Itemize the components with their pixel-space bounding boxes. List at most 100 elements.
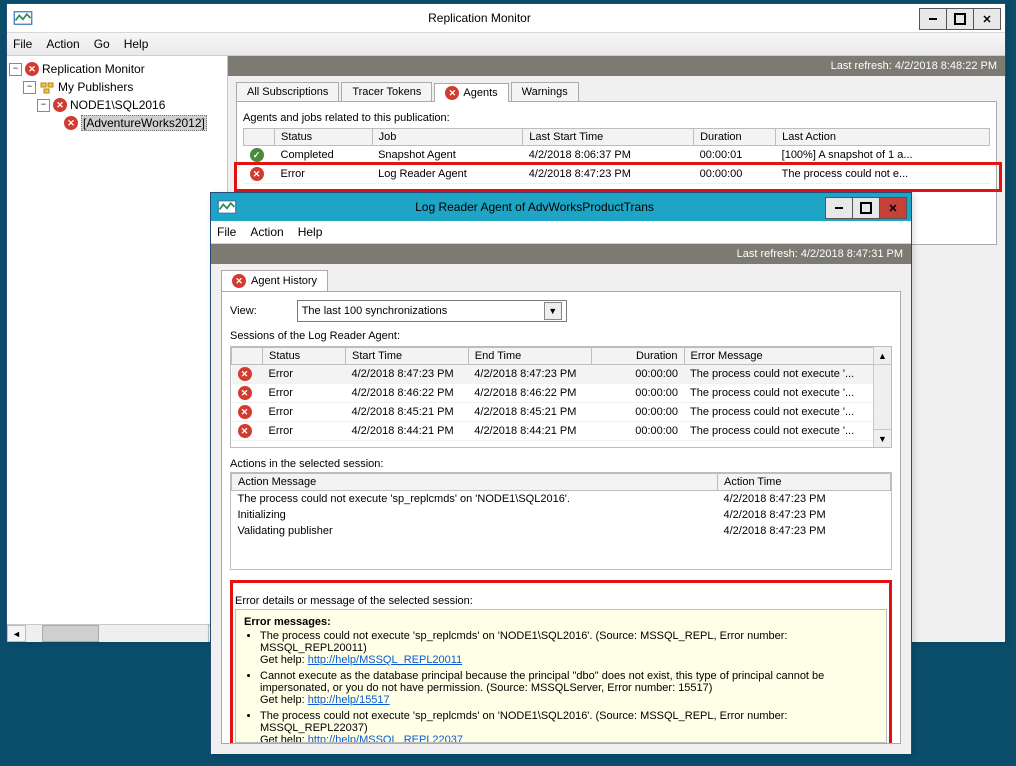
error-icon: ✕ bbox=[64, 116, 78, 130]
chevron-down-icon[interactable]: ▼ bbox=[544, 302, 562, 320]
actions-table-wrap: Action Message Action Time The process c… bbox=[230, 472, 892, 570]
error-icon: ✕ bbox=[238, 367, 252, 381]
col-action-time[interactable]: Action Time bbox=[718, 474, 891, 491]
menu-help[interactable]: Help bbox=[124, 37, 149, 51]
tree-hscrollbar[interactable]: ◄ ► bbox=[7, 624, 227, 642]
popup-title: Log Reader Agent of AdvWorksProductTrans bbox=[243, 200, 826, 214]
tab-tracer-tokens[interactable]: Tracer Tokens bbox=[341, 82, 432, 101]
tree-db[interactable]: ✕ [AdventureWorks2012] bbox=[9, 114, 225, 132]
help-link[interactable]: http://help/MSSQL_REPL20011 bbox=[308, 654, 463, 666]
menu-file[interactable]: File bbox=[13, 37, 32, 51]
menu-action[interactable]: Action bbox=[250, 225, 283, 239]
actions-table[interactable]: Action Message Action Time The process c… bbox=[231, 473, 891, 539]
sessions-table-wrap: Status Start Time End Time Duration Erro… bbox=[230, 346, 892, 448]
sessions-table[interactable]: Status Start Time End Time Duration Erro… bbox=[231, 347, 874, 441]
table-row[interactable]: Initializing4/2/2018 8:47:23 PM bbox=[232, 507, 891, 523]
scroll-thumb[interactable] bbox=[42, 625, 99, 642]
error-icon: ✕ bbox=[445, 86, 459, 100]
popup-titlebar[interactable]: Log Reader Agent of AdvWorksProductTrans… bbox=[211, 193, 911, 221]
maximize-button[interactable] bbox=[946, 8, 974, 30]
close-button[interactable]: ✕ bbox=[973, 8, 1001, 30]
expander-icon[interactable]: − bbox=[37, 99, 50, 112]
tree-root[interactable]: − ✕ Replication Monitor bbox=[9, 60, 225, 78]
error-item: Cannot execute as the database principal… bbox=[260, 670, 878, 706]
error-icon: ✕ bbox=[232, 274, 246, 288]
table-row[interactable]: ✕ Error4/2/2018 8:44:21 PM 4/2/2018 8:44… bbox=[232, 422, 874, 441]
error-icon: ✕ bbox=[238, 386, 252, 400]
error-icon: ✕ bbox=[238, 405, 252, 419]
sessions-vscrollbar[interactable]: ▲ ▼ bbox=[873, 347, 891, 447]
main-menubar: File Action Go Help bbox=[7, 33, 1005, 56]
expander-icon[interactable]: − bbox=[23, 81, 36, 94]
table-row[interactable]: The process could not execute 'sp_replcm… bbox=[232, 491, 891, 508]
publishers-icon bbox=[39, 79, 55, 95]
table-row[interactable]: ✓ CompletedSnapshot Agent 4/2/2018 8:06:… bbox=[244, 146, 990, 165]
error-icon: ✕ bbox=[53, 98, 67, 112]
app-icon bbox=[13, 8, 33, 28]
error-icon: ✕ bbox=[25, 62, 39, 76]
expander-icon[interactable]: − bbox=[9, 63, 22, 76]
agent-history-body: View: The last 100 synchronizations ▼ Se… bbox=[221, 291, 901, 744]
minimize-button[interactable] bbox=[825, 197, 853, 219]
error-details-label: Error details or message of the selected… bbox=[235, 595, 887, 607]
table-row[interactable]: ✕ Error4/2/2018 8:46:22 PM 4/2/2018 8:46… bbox=[232, 384, 874, 403]
col-duration[interactable]: Duration bbox=[591, 348, 684, 365]
popup-last-refresh: Last refresh: 4/2/2018 8:47:31 PM bbox=[737, 248, 903, 260]
tab-warnings[interactable]: Warnings bbox=[511, 82, 579, 101]
last-refresh-text: Last refresh: 4/2/2018 8:48:22 PM bbox=[831, 60, 997, 72]
tab-agent-history[interactable]: ✕ Agent History bbox=[221, 270, 328, 291]
minimize-button[interactable] bbox=[919, 8, 947, 30]
scroll-left-icon[interactable]: ◄ bbox=[7, 625, 26, 642]
col-job[interactable]: Job bbox=[372, 129, 523, 146]
agents-label: Agents and jobs related to this publicat… bbox=[243, 112, 990, 124]
popup-refresh-bar: Last refresh: 4/2/2018 8:47:31 PM bbox=[211, 244, 911, 264]
view-label: View: bbox=[230, 305, 257, 317]
scroll-down-icon[interactable]: ▼ bbox=[874, 429, 891, 447]
help-link[interactable]: http://help/MSSQL_REPL22037 bbox=[308, 734, 463, 743]
view-dropdown[interactable]: The last 100 synchronizations ▼ bbox=[297, 300, 567, 322]
col-status[interactable]: Status bbox=[263, 348, 346, 365]
agents-table[interactable]: Status Job Last Start Time Duration Last… bbox=[243, 128, 990, 184]
maximize-button[interactable] bbox=[852, 197, 880, 219]
menu-action[interactable]: Action bbox=[46, 37, 79, 51]
table-row[interactable]: Validating publisher4/2/2018 8:47:23 PM bbox=[232, 523, 891, 539]
col-last-start[interactable]: Last Start Time bbox=[523, 129, 694, 146]
error-item: The process could not execute 'sp_replcm… bbox=[260, 710, 878, 743]
col-end[interactable]: End Time bbox=[468, 348, 591, 365]
tab-agents[interactable]: ✕ Agents bbox=[434, 83, 508, 102]
tab-strip: All Subscriptions Tracer Tokens ✕ Agents… bbox=[236, 82, 1005, 101]
tree-publishers[interactable]: − My Publishers bbox=[9, 78, 225, 96]
col-last-action[interactable]: Last Action bbox=[776, 129, 990, 146]
actions-label: Actions in the selected session: bbox=[230, 458, 892, 470]
agent-history-window: Log Reader Agent of AdvWorksProductTrans… bbox=[210, 192, 912, 754]
menu-help[interactable]: Help bbox=[298, 225, 323, 239]
menu-file[interactable]: File bbox=[217, 225, 236, 239]
table-row[interactable]: ✕ ErrorLog Reader Agent 4/2/2018 8:47:23… bbox=[244, 165, 990, 184]
tree-pane[interactable]: − ✕ Replication Monitor − My Publishers … bbox=[7, 56, 228, 642]
error-icon: ✕ bbox=[250, 167, 264, 181]
close-button[interactable]: ✕ bbox=[879, 197, 907, 219]
error-heading: Error messages: bbox=[244, 616, 331, 628]
main-title: Replication Monitor bbox=[39, 11, 920, 25]
check-icon: ✓ bbox=[250, 148, 264, 162]
error-icon: ✕ bbox=[238, 424, 252, 438]
help-link[interactable]: http://help/15517 bbox=[308, 694, 390, 706]
sessions-label: Sessions of the Log Reader Agent: bbox=[230, 330, 892, 342]
error-details-box[interactable]: Error messages: The process could not ex… bbox=[235, 609, 887, 743]
main-titlebar[interactable]: Replication Monitor ✕ bbox=[7, 4, 1005, 33]
col-duration[interactable]: Duration bbox=[694, 129, 776, 146]
col-action-msg[interactable]: Action Message bbox=[232, 474, 718, 491]
popup-menubar: File Action Help bbox=[211, 221, 911, 244]
col-error[interactable]: Error Message bbox=[684, 348, 873, 365]
app-icon bbox=[217, 197, 237, 217]
table-row[interactable]: ✕ Error4/2/2018 8:45:21 PM 4/2/2018 8:45… bbox=[232, 403, 874, 422]
scroll-up-icon[interactable]: ▲ bbox=[874, 347, 891, 365]
error-item: The process could not execute 'sp_replcm… bbox=[260, 630, 878, 666]
tab-all-subscriptions[interactable]: All Subscriptions bbox=[236, 82, 339, 101]
refresh-bar: Last refresh: 4/2/2018 8:48:22 PM bbox=[228, 56, 1005, 76]
menu-go[interactable]: Go bbox=[94, 37, 110, 51]
tree-node[interactable]: − ✕ NODE1\SQL2016 bbox=[9, 96, 225, 114]
col-status[interactable]: Status bbox=[275, 129, 373, 146]
col-start[interactable]: Start Time bbox=[346, 348, 469, 365]
table-row[interactable]: ✕ Error4/2/2018 8:47:23 PM 4/2/2018 8:47… bbox=[232, 365, 874, 384]
